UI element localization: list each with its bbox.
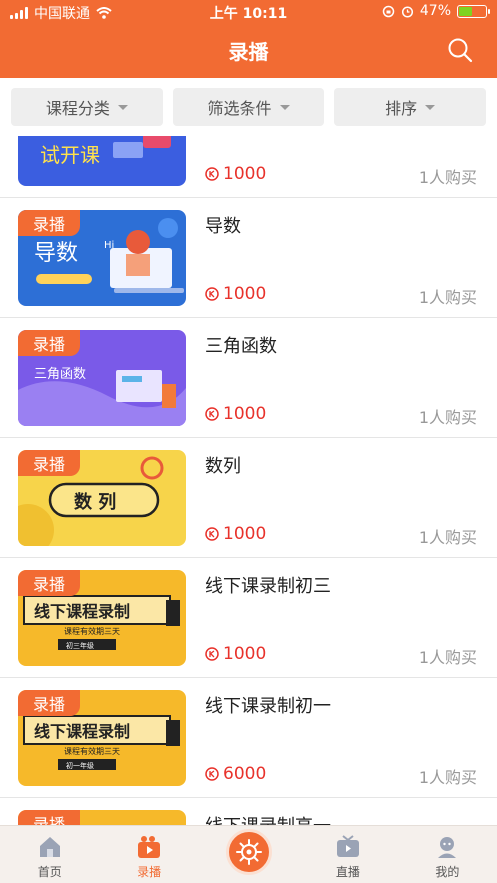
course-thumbnail: 数 列 录播 — [18, 450, 186, 546]
helm-icon — [235, 839, 262, 865]
battery-icon — [457, 4, 490, 18]
coin-icon — [205, 767, 219, 781]
course-list[interactable]: 试开课 1000 1人购买 Hi 导数 录播 导数 1000 1人购买 三角函数… — [0, 136, 497, 825]
course-thumbnail: 线下课程录制 课程有效期三天 初一年级 录播 — [18, 690, 186, 786]
filter-sort-button[interactable]: 排序 — [334, 88, 487, 126]
tab-live[interactable]: 直播 — [298, 826, 397, 883]
rotation-lock-icon — [382, 5, 395, 17]
home-icon — [39, 837, 60, 857]
top-bar: 中国联通 上午 10:11 47% 录播 — [0, 0, 497, 78]
thumb-text: 数 列 — [74, 491, 116, 513]
course-thumbnail: Hi 导数 录播 — [18, 210, 186, 306]
course-tag: 录播 — [18, 210, 80, 236]
course-tag: 录播 — [18, 570, 80, 596]
battery-percent: 47% — [419, 3, 451, 19]
coin-icon — [205, 167, 219, 181]
course-buyers: 1人购买 — [418, 408, 477, 427]
course-tag: 录播 — [18, 690, 80, 716]
caret-down-icon — [117, 104, 128, 110]
course-price: 1000 — [205, 164, 266, 184]
coin-icon — [205, 287, 219, 301]
course-row[interactable]: 线下课程录制 课程有效期三天 初一年级 录播 线下课录制初一 6000 1人购买 — [0, 678, 497, 798]
course-tag: 录播 — [18, 810, 80, 825]
filter-condition-button[interactable]: 筛选条件 — [172, 88, 325, 126]
course-price: 1000 — [205, 524, 266, 544]
course-thumbnail: 录播 — [18, 810, 186, 825]
page-title: 录播 — [228, 40, 269, 64]
course-buyers: 1人购买 — [418, 768, 477, 787]
course-buyers: 1人购买 — [418, 528, 477, 547]
thumb-grade: 初三年级 — [66, 641, 94, 650]
tab-label: 录播 — [137, 865, 162, 879]
center-action-button[interactable] — [225, 829, 272, 875]
course-thumbnail: 线下课程录制 课程有效期三天 初三年级 录播 — [18, 570, 186, 666]
status-bar: 中国联通 上午 10:11 47% — [0, 0, 497, 26]
course-title: 三角函数 — [205, 336, 277, 357]
course-row[interactable]: 录播 线下课录制高一 — [0, 798, 497, 825]
filter-category-label: 课程分类 — [45, 99, 110, 118]
course-thumbnail: 三角函数 录播 — [18, 330, 186, 426]
filter-sort-label: 排序 — [385, 99, 418, 118]
filter-condition-label: 筛选条件 — [207, 99, 272, 118]
thumb-grade: 初一年级 — [66, 761, 94, 770]
course-price: 1000 — [205, 404, 266, 424]
tab-label: 首页 — [37, 865, 62, 879]
filter-category-button[interactable]: 课程分类 — [11, 88, 163, 126]
course-row[interactable]: 数 列 录播 数列 1000 1人购买 — [0, 438, 497, 558]
course-title: 数列 — [205, 456, 241, 477]
course-buyers: 1人购买 — [418, 168, 477, 187]
coin-icon — [205, 527, 219, 541]
course-tag: 录播 — [18, 450, 80, 476]
course-title: 线下课录制高一 — [205, 812, 331, 825]
course-row[interactable]: 线下课程录制 课程有效期三天 初三年级 录播 线下课录制初三 1000 1人购买 — [0, 558, 497, 678]
coin-icon — [205, 647, 219, 661]
tab-mine[interactable]: 我的 — [398, 826, 497, 883]
svg-text:Hi: Hi — [104, 240, 114, 251]
tab-recorded[interactable]: 录播 — [99, 826, 198, 883]
thumb-text: 线下课程录制 — [34, 722, 130, 741]
thumb-subtext: 课程有效期三天 — [64, 626, 120, 636]
course-title: 线下课录制初三 — [205, 576, 331, 597]
caret-down-icon — [279, 104, 290, 110]
tab-home[interactable]: 首页 — [0, 826, 99, 883]
tv-icon — [336, 835, 359, 857]
course-price: 1000 — [205, 644, 266, 664]
course-row[interactable]: 三角函数 录播 三角函数 1000 1人购买 — [0, 318, 497, 438]
course-price: 1000 — [205, 284, 266, 304]
thumb-text: 试开课 — [40, 143, 100, 167]
course-row[interactable]: 试开课 1000 1人购买 — [0, 136, 497, 198]
thumb-text: 线下课程录制 — [34, 602, 130, 621]
thumb-subtext: 课程有效期三天 — [64, 746, 120, 756]
course-tag: 录播 — [18, 330, 80, 356]
course-title: 线下课录制初一 — [205, 696, 331, 717]
alarm-icon — [401, 5, 413, 18]
search-icon[interactable] — [447, 37, 473, 63]
video-icon — [138, 836, 161, 858]
course-buyers: 1人购买 — [418, 288, 477, 307]
filter-bar: 课程分类 筛选条件 排序 — [0, 78, 497, 136]
course-row[interactable]: Hi 导数 录播 导数 1000 1人购买 — [0, 198, 497, 318]
tab-label: 直播 — [335, 865, 360, 879]
course-thumbnail: 试开课 — [18, 136, 186, 186]
status-right: 47% — [382, 3, 490, 19]
course-buyers: 1人购买 — [418, 648, 477, 667]
caret-down-icon — [425, 104, 436, 110]
tab-bar: 首页 录播 直播 我的 — [0, 825, 497, 883]
course-price: 6000 — [205, 764, 266, 784]
course-title: 导数 — [205, 216, 241, 237]
tab-center[interactable] — [199, 826, 298, 883]
thumb-text: 导数 — [34, 241, 78, 266]
user-icon — [438, 837, 457, 858]
thumb-text: 三角函数 — [34, 367, 86, 382]
coin-icon — [205, 407, 219, 421]
tab-label: 我的 — [435, 865, 460, 879]
